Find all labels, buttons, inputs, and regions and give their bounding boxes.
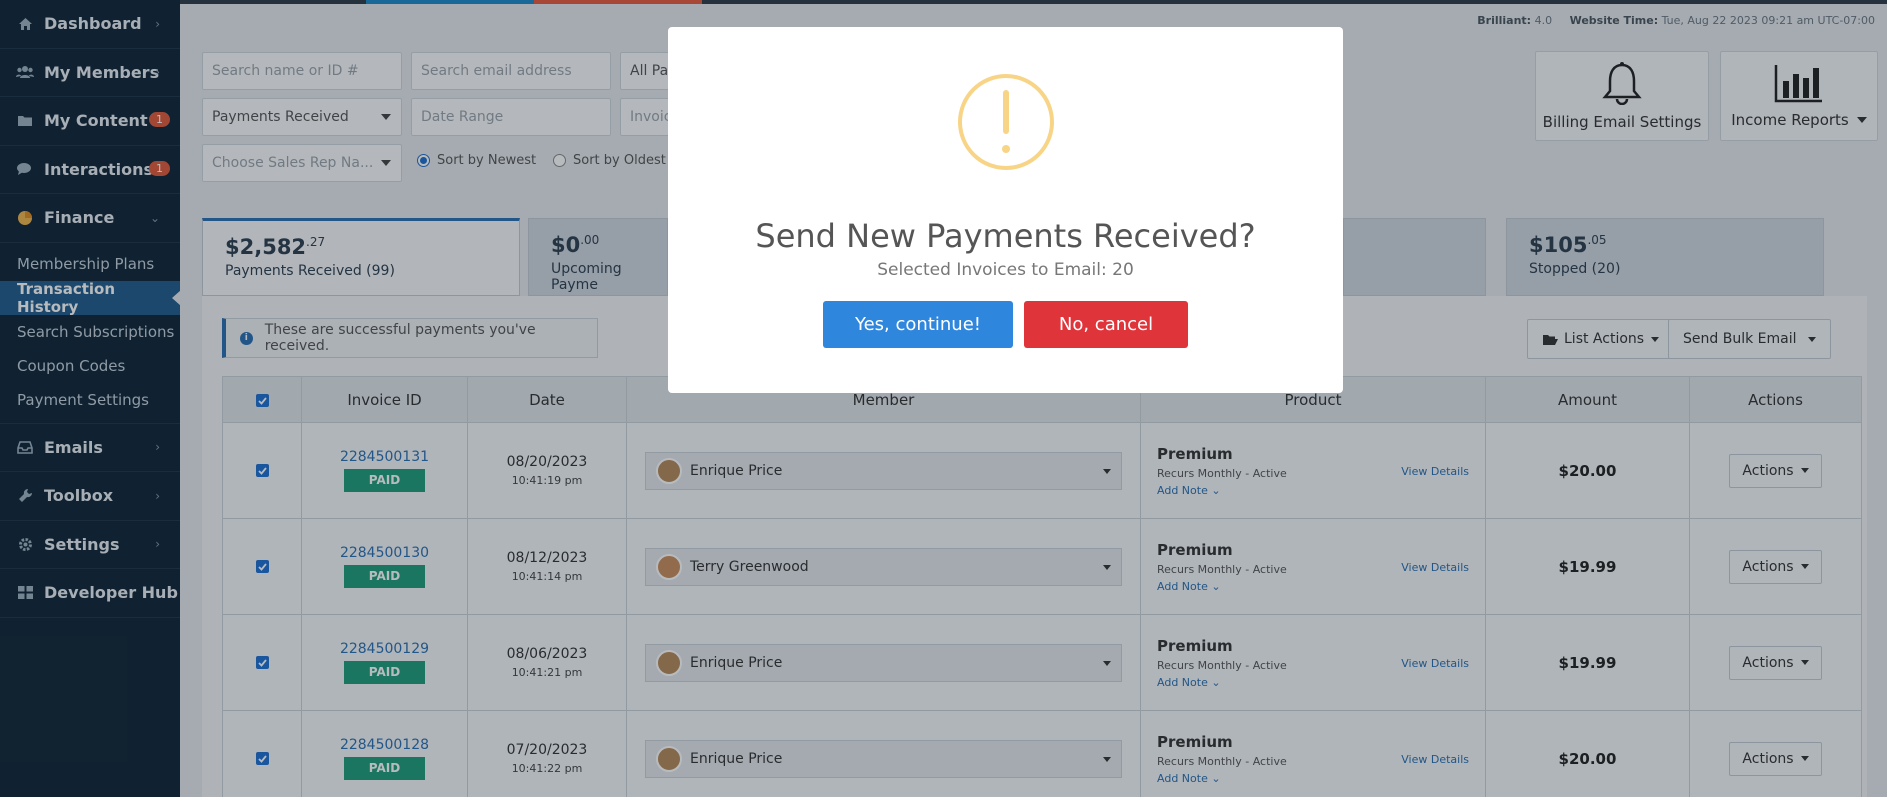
cancel-button[interactable]: No, cancel (1024, 301, 1188, 348)
warning-icon (958, 74, 1054, 170)
dialog-subtitle: Selected Invoices to Email: 20 (877, 260, 1134, 280)
confirm-dialog: Send New Payments Received? Selected Inv… (668, 27, 1343, 393)
dialog-title: Send New Payments Received? (755, 217, 1256, 255)
confirm-button[interactable]: Yes, continue! (823, 301, 1013, 348)
